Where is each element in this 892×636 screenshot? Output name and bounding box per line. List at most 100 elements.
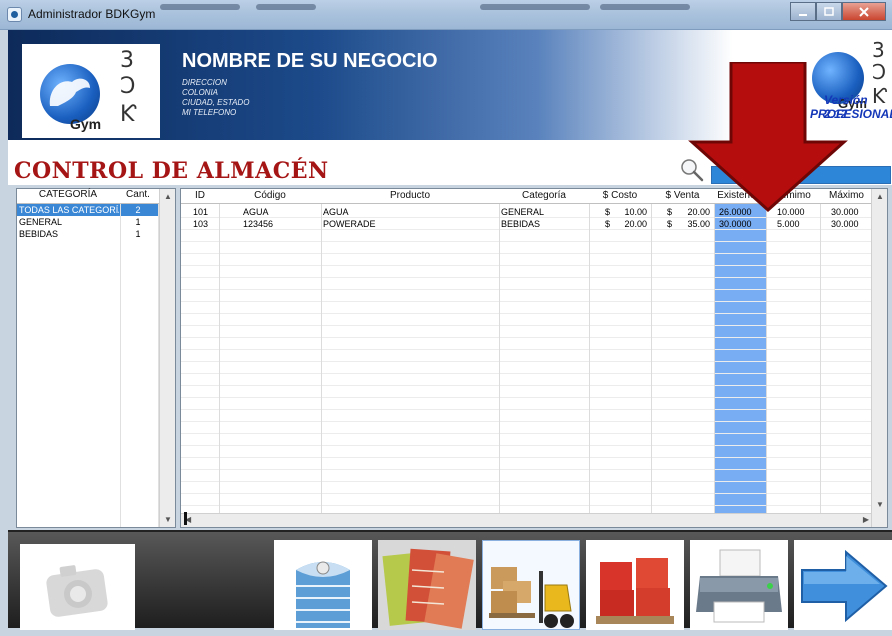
maximize-icon — [824, 6, 834, 16]
scroll-down-icon[interactable]: ▼ — [876, 500, 884, 509]
category-count: 1 — [135, 229, 141, 239]
business-address: DIRECCION — [182, 78, 227, 87]
cell-min: 5.000 — [777, 219, 800, 229]
grid-row-line — [181, 241, 873, 242]
category-name: BEBIDAS — [19, 229, 59, 239]
titlebar-decoration — [600, 4, 690, 10]
category-scrollbar[interactable]: ▲ ▼ — [159, 189, 175, 527]
column-header-category[interactable]: CATEGORÍA — [17, 189, 119, 203]
grid-row-line — [181, 301, 873, 302]
category-name: TODAS LAS CATEGORÍAS — [17, 204, 119, 216]
category-count: 2 — [135, 205, 141, 215]
scroll-down-icon[interactable]: ▼ — [164, 515, 172, 524]
grid-column-line — [651, 204, 652, 514]
logo-mark: 3 — [872, 38, 885, 62]
grid-row-line — [181, 325, 873, 326]
grid-column-line — [499, 204, 500, 514]
building-button[interactable] — [274, 540, 372, 630]
column-header-category[interactable]: Categoría — [499, 190, 589, 201]
logo-text: Gym — [70, 116, 102, 132]
down-arrow-icon — [688, 62, 848, 212]
grid-row-line — [181, 505, 873, 506]
scroll-up-icon[interactable]: ▲ — [876, 192, 884, 201]
category-count: 1 — [135, 217, 141, 227]
category-name: GENERAL — [19, 217, 63, 227]
scroll-up-icon[interactable]: ▲ — [164, 192, 172, 201]
category-row[interactable]: GENERAL 1 — [17, 216, 175, 228]
window-titlebar: Administrador BDKGym — [0, 0, 892, 30]
titlebar-decoration — [256, 4, 316, 10]
grid-row-line — [181, 421, 873, 422]
grid-row-line — [181, 253, 873, 254]
logo-flex-arm-icon — [49, 78, 90, 106]
business-city: CIUDAD, ESTADO — [182, 98, 250, 107]
minimize-icon — [799, 13, 807, 16]
grid-column-line — [321, 204, 322, 514]
column-header-code[interactable]: Código — [219, 190, 321, 201]
category-list[interactable]: CATEGORÍA Cant. TODAS LAS CATEGORÍAS 2 G… — [16, 188, 176, 528]
window-title: Administrador BDKGym — [28, 7, 156, 21]
grid-row-line — [181, 457, 873, 458]
print-button[interactable] — [690, 540, 788, 630]
selected-column-highlight — [714, 204, 766, 514]
business-name: NOMBRE DE SU NEGOCIO — [182, 50, 438, 72]
labels-icon — [382, 548, 474, 629]
grid-column-line — [219, 204, 220, 514]
grid-row-line — [181, 469, 873, 470]
page-title: CONTROL DE ALMACÉN — [14, 158, 329, 184]
bottom-toolbar — [8, 530, 892, 630]
table-vertical-scrollbar[interactable]: ▲ ▼ — [871, 189, 887, 527]
cell-stock: 30.0000 — [719, 219, 752, 229]
category-row[interactable]: TODAS LAS CATEGORÍAS 2 — [17, 204, 175, 216]
cell-sale-symbol: $ — [667, 207, 673, 217]
logo-mark: Ↄ — [120, 74, 136, 99]
next-button[interactable] — [794, 540, 892, 630]
window-controls — [790, 2, 886, 22]
cell-sale-symbol: $ — [667, 219, 673, 229]
close-button[interactable] — [842, 2, 886, 21]
column-header-id[interactable]: ID — [181, 190, 219, 201]
grid-row-line — [181, 337, 873, 338]
grid-row-line — [181, 433, 873, 434]
cell-id: 103 — [193, 219, 209, 229]
grid-row-line — [181, 289, 873, 290]
cell-id: 101 — [193, 207, 209, 217]
grid-column-line — [820, 204, 821, 514]
category-row[interactable]: BEBIDAS 1 — [17, 228, 175, 240]
printer-icon — [696, 549, 782, 623]
cell-cost-symbol: $ — [605, 207, 611, 217]
camera-icon — [46, 565, 108, 617]
row-cursor — [184, 512, 187, 525]
column-divider — [120, 204, 121, 527]
scroll-right-icon[interactable]: ▶ — [863, 515, 869, 524]
column-header-count[interactable]: Cant. — [119, 189, 157, 203]
logo-mark: Ↄ — [872, 60, 887, 84]
close-icon — [859, 6, 869, 17]
inventory-table[interactable]: ID Código Producto Categoría $ Costo $ V… — [180, 188, 888, 528]
grid-row-line — [181, 409, 873, 410]
minimize-button[interactable] — [790, 2, 816, 21]
grid-column-line — [766, 204, 767, 514]
building-icon — [296, 561, 350, 628]
titlebar-decoration — [160, 4, 240, 10]
cell-product: POWERADE — [323, 219, 376, 229]
app-icon — [7, 7, 22, 22]
grid-row-line — [181, 481, 873, 482]
column-header-product[interactable]: Producto — [321, 190, 499, 201]
forklift-button[interactable] — [482, 540, 580, 630]
business-colony: COLONIA — [182, 88, 219, 97]
maximize-button[interactable] — [816, 2, 842, 21]
labels-button[interactable] — [378, 540, 476, 630]
category-list-header: CATEGORÍA Cant. — [17, 189, 175, 204]
column-header-cost[interactable]: $ Costo — [589, 190, 651, 201]
grid-row-line — [181, 265, 873, 266]
grid-row-line — [181, 445, 873, 446]
table-row[interactable]: 103 123456 POWERADE BEBIDAS $ 20.00 $ 35… — [181, 218, 873, 230]
next-arrow-icon — [801, 549, 888, 623]
grid-row-line — [181, 493, 873, 494]
product-photo[interactable] — [20, 544, 135, 630]
inventory-button[interactable] — [586, 540, 684, 630]
grid-row-line — [181, 277, 873, 278]
cell-code: AGUA — [243, 207, 269, 217]
table-horizontal-scrollbar[interactable]: ◀ ▶ — [181, 513, 873, 527]
